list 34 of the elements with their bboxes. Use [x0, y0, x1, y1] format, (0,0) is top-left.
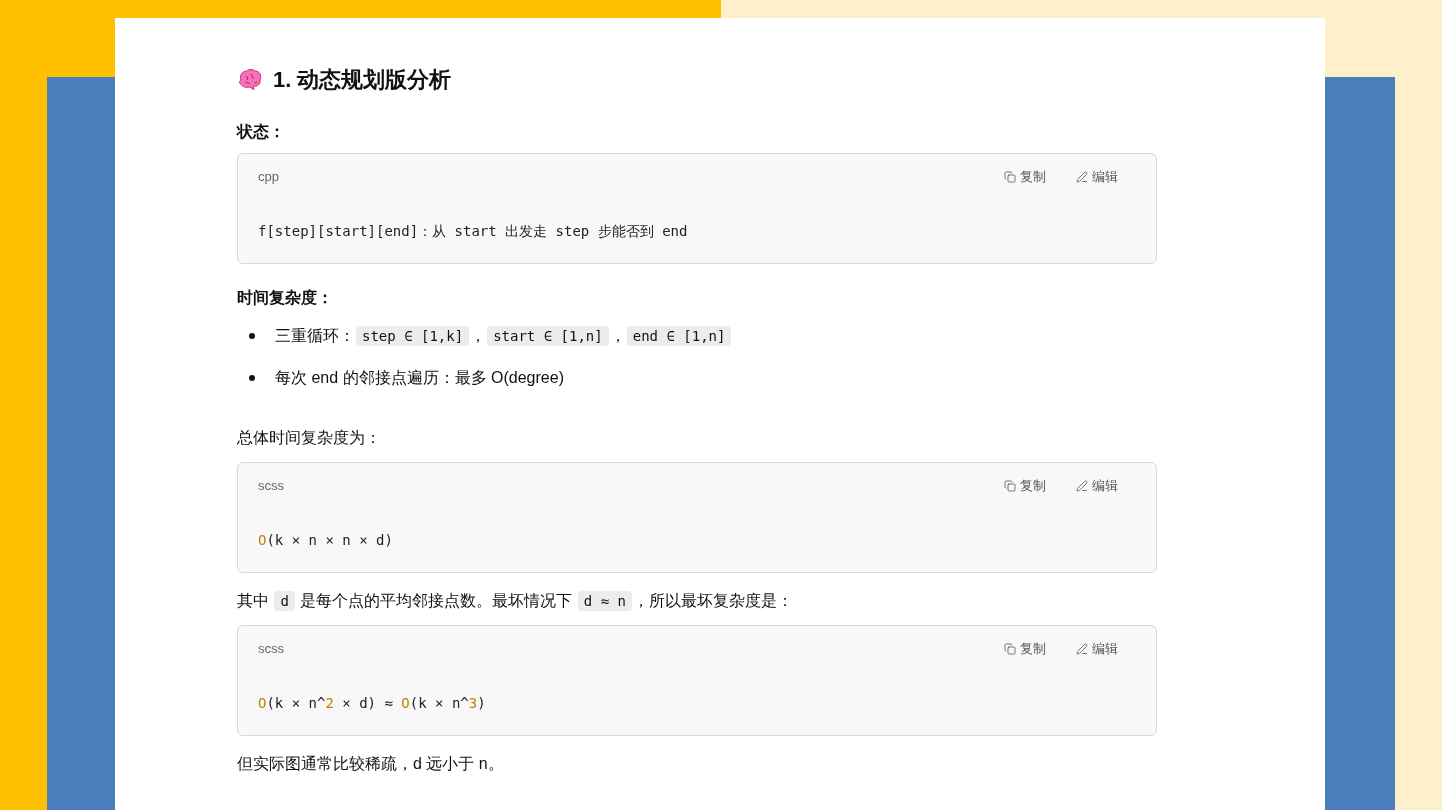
- edit-button[interactable]: 编辑: [1076, 639, 1118, 659]
- list-item-text: 三重循环： step ∈ [1,k] ， start ∈ [1,n] ， end ∈ [1,n]: [275, 322, 733, 350]
- copy-button[interactable]: 复制: [1004, 476, 1046, 496]
- copy-icon: [1004, 171, 1016, 183]
- copy-icon: [1004, 643, 1016, 655]
- inline-code: step ∈ [1,k]: [356, 326, 470, 346]
- inline-code: d: [274, 591, 295, 611]
- copy-button[interactable]: 复制: [1004, 639, 1046, 659]
- code-line: O(k × n^2 × d) ≈ O(k × n^3): [258, 694, 487, 713]
- pencil-icon: [1076, 643, 1088, 655]
- bold-label: 状态：: [237, 122, 286, 142]
- edit-button[interactable]: 编辑: [1076, 167, 1118, 187]
- code-language: scss: [258, 640, 284, 659]
- paragraph: 但实际图通常比较稀疏，d 远小于 n。: [237, 754, 505, 774]
- brain-icon: [237, 66, 263, 93]
- code-language: scss: [258, 477, 284, 496]
- inline-code: d ≈ n: [577, 591, 632, 611]
- bold-label: 时间复杂度：: [237, 288, 334, 308]
- edit-button[interactable]: 编辑: [1076, 476, 1118, 496]
- paragraph: 总体时间复杂度为：: [237, 428, 382, 448]
- section-heading: 1. 动态规划版分析: [273, 66, 452, 94]
- bullet-icon: [249, 375, 255, 381]
- inline-code: start ∈ [1,n]: [487, 326, 609, 346]
- copy-button[interactable]: 复制: [1004, 167, 1046, 187]
- paragraph: 其中 d 是每个点的平均邻接点数。最坏情况下 d ≈ n ，所以最坏复杂度是：: [237, 590, 794, 613]
- pencil-icon: [1076, 171, 1088, 183]
- code-line: f[step][start][end]：从 start 出发走 step 步能否到 end: [258, 222, 689, 241]
- list-item-text: 每次 end 的邻接点遍历：最多 O(degree): [275, 368, 564, 388]
- bullet-icon: [249, 333, 255, 339]
- inline-code: end ∈ [1,n]: [626, 326, 732, 346]
- code-line: O(k × n × n × d): [258, 531, 394, 550]
- copy-icon: [1004, 480, 1016, 492]
- code-language: cpp: [258, 168, 279, 187]
- pencil-icon: [1076, 480, 1088, 492]
